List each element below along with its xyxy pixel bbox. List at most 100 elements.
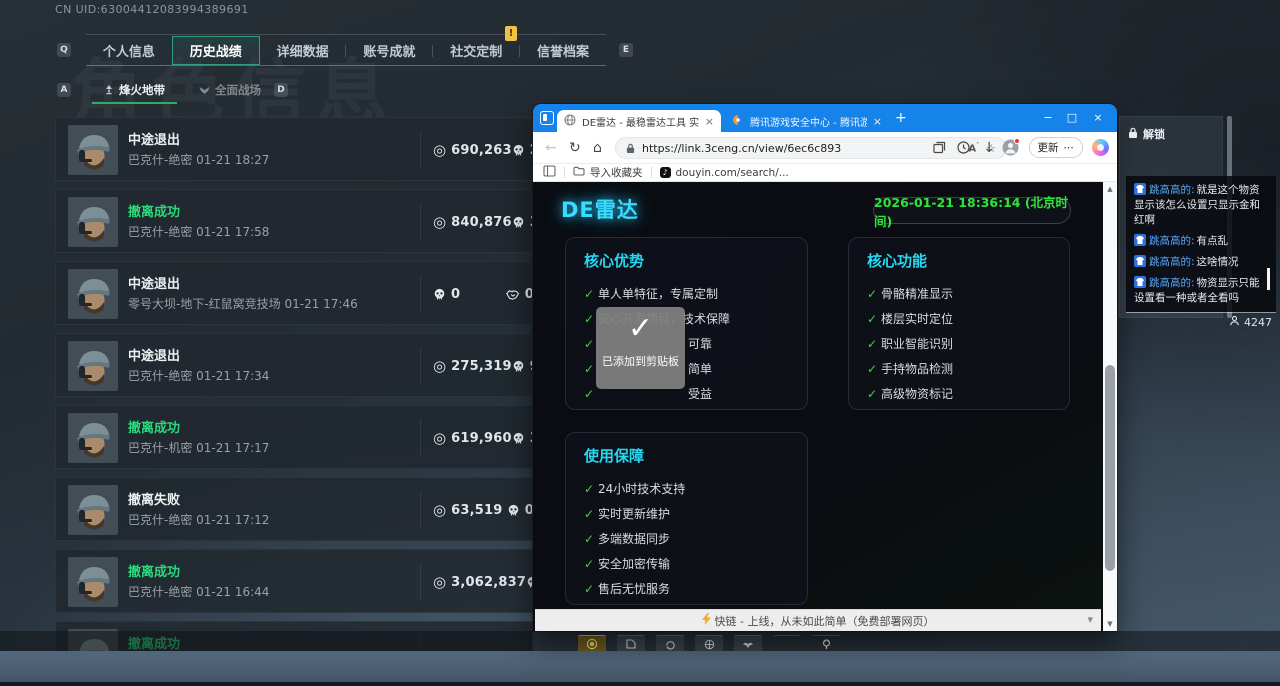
stat-value: 63,519	[451, 503, 502, 518]
match-map-time: 零号大坝-地下-红鼠窝竞技场 01-21 17:46	[128, 295, 358, 312]
new-tab-button[interactable]: +	[895, 110, 907, 126]
globe-favicon-icon	[564, 114, 576, 129]
more-icon[interactable]: ⋯	[1064, 142, 1075, 154]
profile-avatar[interactable]	[1002, 139, 1019, 156]
match-row[interactable]: 撤离成功 巴克什-绝密 01-21 17:58 ◎840,8763	[55, 189, 533, 253]
bookmarks-bar: 导入收藏夹 ♪ douyin.com/search/...	[533, 164, 1117, 182]
feature-card: 使用保障✓24小时技术支持✓实时更新维护✓多端数据同步✓安全加密传输✓售后无忧服…	[565, 432, 808, 605]
match-row[interactable]: 中途退出 巴克什-绝密 01-21 17:34 ◎275,3199	[55, 333, 533, 397]
stat-coin: ◎63,519	[433, 503, 502, 518]
stat-coin: ◎3,062,837	[433, 575, 526, 590]
sub-tab-battlefield[interactable]: 全面战场	[187, 78, 273, 102]
viewer-icon	[1229, 315, 1240, 329]
sidebar-icon[interactable]	[543, 165, 556, 180]
skull-icon	[433, 288, 446, 301]
check-icon: ✓	[584, 557, 598, 571]
row-divider	[420, 347, 421, 385]
match-stats: ◎690,2632	[433, 118, 533, 181]
collapse-caret-icon[interactable]: ▾	[1087, 613, 1093, 626]
stat-value: 275,319	[451, 359, 512, 374]
webpage-content: DE雷达 2026-01-21 18:36:14 (北京时间) 核心优势✓单人单…	[533, 182, 1117, 631]
match-stats: ◎275,3199	[433, 334, 533, 397]
home-icon[interactable]: ⌂	[593, 140, 602, 156]
minimize-button[interactable]: −	[1041, 111, 1055, 124]
stat-value: 619,960	[451, 431, 512, 446]
match-status: 撤离成功	[128, 417, 180, 436]
feature-text: 手持物品检测	[881, 360, 953, 377]
match-row[interactable]: 中途退出 巴克什-绝密 01-21 18:27 ◎690,2632	[55, 117, 533, 181]
viewer-count: 4247	[1244, 316, 1272, 329]
scroll-down-icon[interactable]: ▼	[1103, 620, 1117, 628]
refresh-icon[interactable]: ↻	[569, 140, 581, 156]
tab-close-icon[interactable]: ×	[705, 115, 714, 128]
update-button[interactable]: 更新 ⋯	[1029, 137, 1084, 158]
feature-text: 高级物资标记	[881, 385, 953, 402]
bottom-bar	[0, 651, 1280, 682]
sub-tab-label: 烽火地带	[119, 82, 165, 98]
tiktok-icon: ♪	[660, 167, 671, 178]
browser-tab-inactive[interactable]: 腾讯游戏安全中心 - 腾讯游戏 ×	[725, 110, 889, 132]
feature-item: ✓安全加密传输	[584, 551, 789, 576]
feature-text: 楼层实时定位	[881, 310, 953, 327]
match-row[interactable]: 撤离成功 巴克什-机密 01-21 17:17 ◎619,9603	[55, 405, 533, 469]
tab-reputation[interactable]: 信誉档案	[520, 36, 606, 65]
file-icon	[626, 639, 636, 649]
chat-scroll-thumb[interactable]	[1267, 268, 1270, 290]
tab-achievements[interactable]: 账号成就	[346, 36, 432, 65]
match-row[interactable]: 撤离失败 巴克什-绝密 01-21 17:12 ◎63,5190	[55, 477, 533, 541]
bookmark-import-favorites[interactable]: 导入收藏夹	[573, 165, 643, 180]
feature-text: 骨骼精准显示	[881, 285, 953, 302]
avatar	[68, 485, 118, 535]
bookmarks-separator	[564, 167, 565, 178]
bottom-tile-file[interactable]	[617, 635, 645, 652]
bottom-tile-lock[interactable]	[773, 635, 801, 652]
timestamp-pill: 2026-01-21 18:36:14 (北京时间)	[873, 197, 1071, 224]
close-button[interactable]: ×	[1091, 111, 1105, 124]
promo-text: 快链 - 上线，从未如此简单（免费部署网页）	[715, 613, 935, 629]
copilot-icon[interactable]	[1092, 139, 1109, 156]
maximize-button[interactable]: □	[1065, 111, 1079, 124]
page-scrollbar[interactable]: ▲ ▼	[1103, 182, 1117, 631]
tab-history[interactable]: 历史战绩	[172, 36, 260, 65]
browser-tab-active[interactable]: DE雷达 - 最稳雷达工具 实力开发 ×	[557, 110, 721, 132]
bookmark-douyin[interactable]: ♪ douyin.com/search/...	[660, 167, 789, 179]
skull-icon	[512, 144, 525, 157]
bottom-tile-plug[interactable]	[812, 635, 840, 652]
history-icon[interactable]	[956, 140, 971, 159]
bottom-tile-mask[interactable]	[734, 635, 762, 652]
sub-tab-hazard-zone[interactable]: 烽火地带	[92, 78, 177, 102]
match-row[interactable]: 中途退出 零号大坝-地下-红鼠窝竞技场 01-21 17:46 00	[55, 261, 533, 325]
tab-details[interactable]: 详细数据	[260, 36, 346, 65]
coin-icon: ◎	[433, 359, 446, 374]
row-divider	[420, 491, 421, 529]
back-icon[interactable]: ←	[545, 140, 557, 156]
site-logo: DE雷达	[561, 194, 639, 224]
downloads-icon[interactable]: ↓	[983, 140, 995, 156]
bottom-tile-rope[interactable]	[656, 635, 684, 652]
bottom-strip	[0, 682, 1280, 686]
tab-profile[interactable]: 个人信息	[86, 36, 172, 65]
rope-icon	[665, 639, 676, 650]
bottom-tile-medal[interactable]	[578, 635, 606, 652]
match-row[interactable]: 撤离成功 巴克什-绝密 01-21 16:44 ◎3,062,8373	[55, 549, 533, 613]
tab-close-icon[interactable]: ×	[873, 115, 882, 128]
stat-coin: ◎840,876	[433, 215, 512, 230]
bottom-tile-compass[interactable]	[695, 635, 723, 652]
feature-item: ✓单人单特征，专属定制	[584, 281, 789, 306]
scroll-up-icon[interactable]: ▲	[1103, 185, 1117, 193]
unlock-label: 解锁	[1143, 126, 1165, 142]
collections-icon[interactable]	[932, 140, 947, 159]
unlock-control[interactable]: 解锁	[1128, 126, 1165, 142]
stat-skull: 2	[512, 143, 533, 158]
feature-text: 可靠	[688, 335, 712, 352]
hosting-promo-bar[interactable]: 快链 - 上线，从未如此简单（免费部署网页） ▾	[535, 609, 1101, 631]
chat-message: 跳高高的:有点乱	[1134, 234, 1268, 249]
skull-icon	[512, 432, 525, 445]
stat-value: 0	[451, 287, 460, 302]
scroll-thumb[interactable]	[1105, 365, 1115, 571]
browser-tab-title: DE雷达 - 最稳雷达工具 实力开发	[582, 114, 699, 129]
tab-actions-icon[interactable]	[540, 111, 554, 125]
player-badge-icon	[1134, 255, 1146, 267]
address-bar[interactable]: https://link.3ceng.cn/view/6ec6c893 A˄ ☆	[615, 137, 1007, 159]
url-text: https://link.3ceng.cn/view/6ec6c893	[642, 142, 961, 155]
